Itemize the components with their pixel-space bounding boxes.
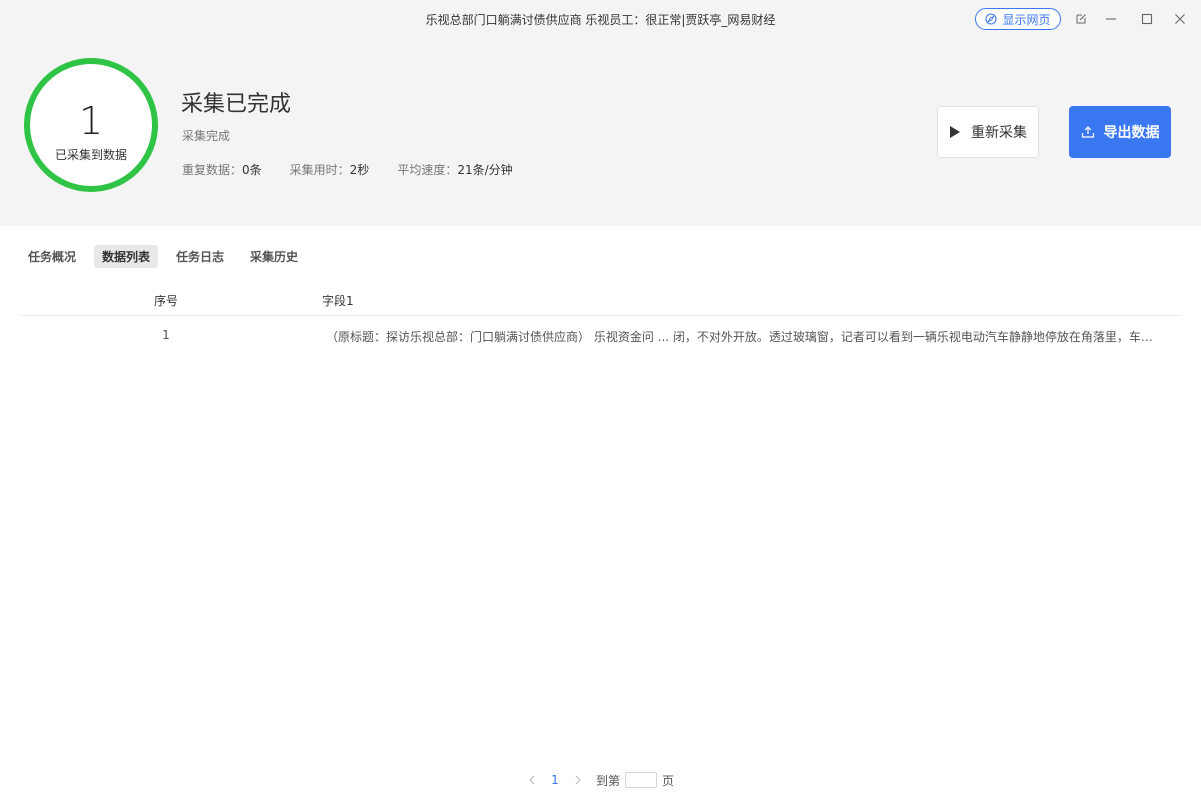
minimize-icon <box>1106 18 1116 20</box>
close-button[interactable] <box>1171 10 1189 28</box>
stat-speed-label: 平均速度： <box>397 163 458 177</box>
tab-collect-history[interactable]: 采集历史 <box>242 245 306 268</box>
upload-icon <box>1081 126 1094 138</box>
chevron-right-icon <box>575 775 581 785</box>
page-number[interactable]: 1 <box>540 773 570 787</box>
compass-icon <box>985 13 998 25</box>
app-window: 乐视总部门口躺满讨债供应商 乐视员工：很正常|贾跃亭_网易财经 显示网页 1 已… <box>0 0 1201 800</box>
next-page-button[interactable] <box>570 770 586 790</box>
stat-speed-value: 21条/分钟 <box>457 163 513 177</box>
close-icon <box>1175 14 1185 24</box>
show-web-label: 显示网页 <box>1002 12 1051 27</box>
stat-duplicates-label: 重复数据： <box>182 163 243 177</box>
column-header-index: 序号 <box>153 294 178 308</box>
goto-label: 到第 <box>596 773 621 788</box>
edit-icon <box>1076 14 1086 24</box>
maximize-icon <box>1141 13 1153 25</box>
export-data-button[interactable]: 导出数据 <box>1069 106 1171 158</box>
status-title: 采集已完成 <box>181 92 292 117</box>
stat-duration-label: 采集用时： <box>289 163 350 177</box>
tab-task-log[interactable]: 任务日志 <box>168 245 232 268</box>
recollect-label: 重新采集 <box>971 125 1027 141</box>
tab-data-list[interactable]: 数据列表 <box>94 245 159 268</box>
cell-field1: （原标题：探访乐视总部：门口躺满讨债供应商） 乐视资金问 ... 闭，不对外开放… <box>326 330 1162 344</box>
play-icon <box>950 126 960 138</box>
edit-button[interactable] <box>1072 10 1090 28</box>
result-tabs: 任务概况 数据列表 任务日志 采集历史 <box>20 245 306 268</box>
stat-duplicates-value: 0条 <box>242 163 262 177</box>
stat-duration: 采集用时：2秒 <box>290 161 370 178</box>
goto-page-input[interactable] <box>625 772 658 788</box>
table-row[interactable]: 1 （原标题：探访乐视总部：门口躺满讨债供应商） 乐视资金问 ... 闭，不对外… <box>20 316 1181 352</box>
collected-count-label: 已采集到数据 <box>54 148 127 162</box>
page-suffix: 页 <box>662 773 675 788</box>
prev-page-button[interactable] <box>524 770 540 790</box>
summary-header: 乐视总部门口躺满讨债供应商 乐视员工：很正常|贾跃亭_网易财经 显示网页 1 已… <box>0 0 1201 226</box>
table-header: 序号 字段1 <box>20 282 1181 316</box>
data-table: 序号 字段1 1 （原标题：探访乐视总部：门口躺满讨债供应商） 乐视资金问 ..… <box>20 282 1181 352</box>
show-web-button[interactable]: 显示网页 <box>975 8 1061 30</box>
column-header-field1: 字段1 <box>322 294 354 308</box>
recollect-button[interactable]: 重新采集 <box>937 106 1039 158</box>
maximize-button[interactable] <box>1138 10 1156 28</box>
collected-count: 1 <box>78 99 104 143</box>
status-subtitle: 采集完成 <box>182 129 231 143</box>
minimize-button[interactable] <box>1102 10 1120 28</box>
tab-task-overview[interactable]: 任务概况 <box>20 245 84 268</box>
stat-speed: 平均速度：21条/分钟 <box>397 161 512 178</box>
stat-duplicates: 重复数据：0条 <box>182 161 262 178</box>
pagination: 1 到第 页 <box>524 770 674 790</box>
stat-duration-value: 2秒 <box>349 163 370 177</box>
export-data-label: 导出数据 <box>1103 125 1160 141</box>
stats-row: 重复数据：0条 采集用时：2秒 平均速度：21条/分钟 <box>182 161 513 178</box>
cell-index: 1 <box>162 328 170 342</box>
chevron-left-icon <box>529 775 535 785</box>
collected-count-ring: 1 已采集到数据 <box>24 58 158 192</box>
